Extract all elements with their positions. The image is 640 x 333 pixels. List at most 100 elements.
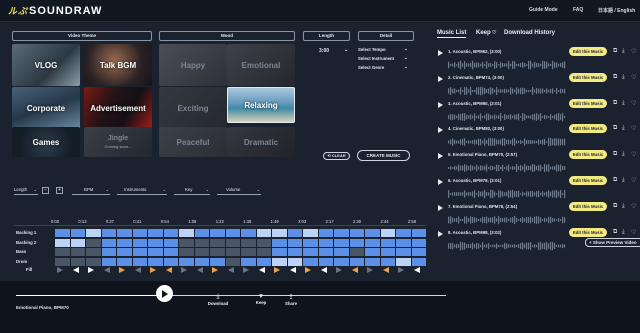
heart-icon[interactable]: ♡ [631, 100, 636, 107]
track-cell[interactable] [272, 238, 287, 247]
track-cell[interactable] [225, 248, 241, 256]
edit-music-button[interactable]: Edit this Music [569, 227, 607, 237]
track-cell[interactable] [117, 238, 132, 247]
waveform[interactable] [448, 112, 566, 122]
play-icon[interactable] [438, 50, 443, 56]
track-cell[interactable] [225, 229, 241, 237]
track-cell[interactable] [411, 248, 427, 256]
track-cell[interactable] [179, 248, 194, 256]
volume-filter[interactable]: Volume ⌄ [217, 187, 261, 195]
play-icon[interactable] [438, 230, 443, 237]
download-icon[interactable]: ⤓ [622, 151, 625, 158]
track-cell[interactable] [334, 257, 349, 266]
chevron-down-icon[interactable]: ⌄ [344, 47, 348, 53]
download-icon[interactable]: ⤓ [622, 229, 625, 236]
track-cell[interactable] [241, 248, 256, 256]
track-cell[interactable] [179, 238, 194, 247]
track-cell[interactable] [272, 229, 287, 237]
keep-button[interactable]: ♥ Keep [248, 293, 274, 305]
track-cell[interactable] [55, 229, 70, 237]
fill-marker[interactable] [72, 267, 79, 273]
track-cell[interactable] [380, 229, 396, 237]
edit-music-button[interactable]: Edit this Music [569, 47, 607, 56]
track-cell[interactable] [55, 248, 70, 256]
track-cell[interactable] [148, 238, 163, 247]
track-cell[interactable] [411, 257, 427, 266]
fill-marker[interactable] [351, 267, 358, 273]
track-cell[interactable] [241, 238, 256, 247]
fill-marker[interactable] [103, 267, 110, 273]
track-cell[interactable] [117, 229, 132, 237]
play-icon[interactable] [438, 101, 443, 108]
theme-tile-talk-bgm[interactable]: Talk BGM [84, 44, 152, 86]
waveform[interactable] [448, 86, 566, 96]
track-cell[interactable] [303, 257, 318, 266]
fill-marker[interactable] [289, 267, 296, 273]
track-cell[interactable] [380, 257, 396, 266]
track-cell[interactable] [117, 248, 132, 256]
waveform[interactable] [448, 137, 566, 147]
mood-tile-peaceful[interactable]: Peaceful [159, 127, 227, 157]
heart-icon[interactable]: ♡ [631, 125, 636, 132]
fill-marker[interactable] [336, 267, 342, 273]
track-cell[interactable] [303, 229, 318, 237]
track-cell[interactable] [210, 257, 225, 266]
track-cell[interactable] [194, 238, 210, 247]
play-icon[interactable] [438, 153, 443, 160]
mood-tile-dramatic[interactable]: Dramatic [227, 127, 295, 157]
heart-icon[interactable]: ♡ [631, 229, 636, 236]
track-cell[interactable] [194, 257, 210, 266]
track-cell[interactable] [334, 229, 349, 237]
play-icon[interactable] [438, 75, 443, 82]
fill-marker[interactable] [196, 267, 203, 273]
play-icon[interactable] [438, 127, 443, 134]
track-cell[interactable] [101, 238, 117, 247]
track-cell[interactable] [148, 257, 163, 266]
track-cell[interactable] [210, 229, 225, 237]
clear-button[interactable]: ⟲ CLEAR [323, 152, 350, 160]
track-cell[interactable] [272, 248, 287, 256]
track-cell[interactable] [225, 257, 241, 266]
track-cell[interactable] [349, 248, 365, 256]
track-cell[interactable] [318, 257, 334, 266]
track-cell[interactable] [396, 257, 411, 266]
tab-keep[interactable]: Keep ♡ [476, 30, 497, 36]
waveform[interactable] [448, 163, 566, 173]
heart-icon[interactable]: ♡ [631, 177, 636, 184]
download-icon[interactable]: ⤓ [622, 74, 625, 81]
download-icon[interactable]: ⤓ [622, 177, 625, 184]
fill-marker[interactable] [165, 267, 172, 273]
track-cell[interactable] [70, 248, 86, 256]
nav-language[interactable]: 日本語 / English [598, 7, 635, 14]
copy-icon[interactable]: ⧉ [613, 229, 617, 236]
track-cell[interactable] [241, 229, 256, 237]
nav-guide-mode[interactable]: Guide Mode [529, 7, 558, 13]
track-cell[interactable] [396, 248, 411, 256]
track-cell[interactable] [365, 257, 380, 266]
track-cell[interactable] [101, 257, 117, 266]
select-instrument[interactable]: Select Instrument [358, 56, 394, 61]
track-cell[interactable] [256, 229, 272, 237]
track-cell[interactable] [163, 248, 179, 256]
track-cell[interactable] [210, 248, 225, 256]
track-cell[interactable] [163, 238, 179, 247]
select-genre[interactable]: Select Genre [358, 65, 384, 70]
track-cell[interactable] [256, 248, 272, 256]
track-cell[interactable] [411, 238, 427, 247]
fill-marker[interactable] [243, 267, 249, 273]
fill-marker[interactable] [150, 267, 156, 273]
length-minus-button[interactable]: − [42, 187, 49, 194]
create-music-button[interactable]: CREATE MUSIC [357, 150, 410, 161]
music-list-item[interactable]: 7. Emotional Piano, BPM78, (2:54) Edit th… [436, 201, 636, 231]
fill-marker[interactable] [88, 267, 94, 273]
music-list-item[interactable]: 1. Acoustic, BPM62, (3:00) Edit this Musi… [436, 47, 636, 76]
tab-download-history[interactable]: Download History [504, 30, 555, 36]
track-cell[interactable] [380, 238, 396, 247]
track-cell[interactable] [70, 238, 86, 247]
track-cell[interactable] [132, 229, 148, 237]
fill-marker[interactable] [413, 267, 420, 273]
play-icon[interactable] [438, 179, 443, 185]
mood-tile-relaxing[interactable]: Relaxing [227, 87, 295, 123]
waveform[interactable] [448, 189, 566, 199]
length-value[interactable]: 3:00 [319, 48, 329, 54]
